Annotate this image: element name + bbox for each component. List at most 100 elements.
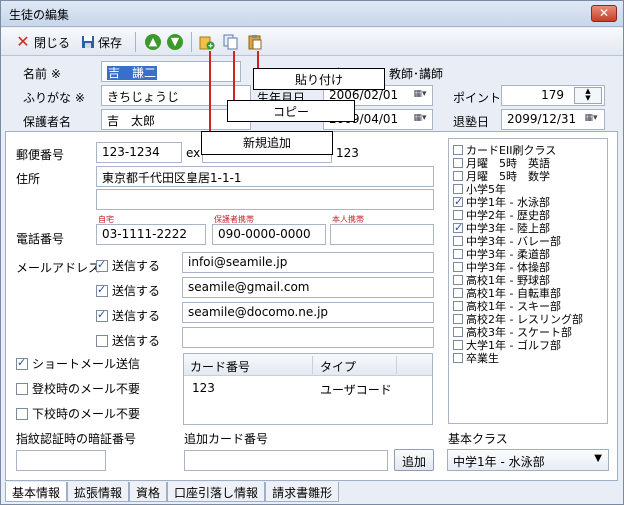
- paste-icon: [248, 35, 262, 50]
- address-input[interactable]: 東京都千代田区皇居1-1-1: [96, 166, 434, 187]
- home-phone-input[interactable]: 03-1111-2222: [96, 224, 206, 245]
- checkbox-indicator: [16, 356, 28, 370]
- address2-input[interactable]: [96, 189, 434, 210]
- chevron-down-icon: ▼: [594, 453, 602, 464]
- new-tooltip: 新規追加: [201, 131, 333, 155]
- guardian-mobile-input[interactable]: 090-0000-0000: [212, 224, 326, 245]
- no-leave-mail-label: 下校時のメール不要: [32, 407, 141, 421]
- save-button-label: 保存: [98, 35, 123, 50]
- mail-send-checkbox[interactable]: 送信する: [96, 257, 160, 274]
- card-type-cell: ユーザコード: [320, 383, 392, 397]
- checkbox-indicator: [453, 353, 463, 363]
- checkbox-indicator: [453, 301, 463, 311]
- pin-input[interactable]: [16, 450, 106, 471]
- window-title: 生徒の編集: [9, 8, 70, 22]
- checkbox-indicator: [453, 249, 463, 259]
- tab-bank-debit[interactable]: 口座引落し情報: [167, 482, 266, 502]
- base-class-label: 基本クラス: [448, 432, 508, 446]
- no-leave-mail-checkbox[interactable]: 下校時のメール不要: [16, 405, 140, 422]
- mail-send-checkbox[interactable]: 送信する: [96, 332, 160, 349]
- move-up-button[interactable]: ▲: [145, 32, 161, 52]
- close-button-label: 閉じる: [34, 35, 71, 50]
- mail-send-checkbox[interactable]: 送信する: [96, 282, 160, 299]
- save-button[interactable]: 保存: [81, 32, 122, 52]
- calendar-dropdown-icon[interactable]: ▦▾: [410, 89, 430, 99]
- checkbox-indicator: [96, 258, 108, 272]
- mail-send-label: 送信する: [112, 284, 161, 298]
- pin-label: 指紋認証時の暗証番号: [16, 432, 137, 446]
- arrow-up-icon: ▲: [145, 34, 161, 50]
- card-number-cell: 123: [192, 381, 215, 395]
- checkbox-indicator: [453, 314, 463, 324]
- card-number-column-header[interactable]: カード番号: [190, 358, 250, 375]
- class-checkbox-item[interactable]: 卒業生: [453, 350, 499, 366]
- card-type-column-header[interactable]: タイプ: [320, 358, 356, 375]
- title-bar: 生徒の編集 ✕: [1, 1, 623, 27]
- basic-info-panel: 郵便番号 123-1234 ex 123 123 住所 東京都千代田区皇居1-1…: [5, 131, 618, 481]
- window-close-button[interactable]: ✕: [591, 5, 617, 22]
- furigana-label: ふりがな ※: [23, 91, 85, 105]
- tab-invoice-template[interactable]: 請求書雛形: [265, 482, 340, 502]
- add-card-button[interactable]: 追加: [394, 449, 434, 471]
- checkbox-indicator: [453, 327, 463, 337]
- calendar-dropdown-icon[interactable]: ▦▾: [410, 113, 430, 123]
- point-spinner[interactable]: ▲ ▼: [574, 87, 602, 104]
- name-label: 名前 ※: [23, 67, 61, 81]
- close-button[interactable]: ✕ 閉じる: [15, 32, 70, 52]
- class-list: カードEII刷クラス月曜 5時 英語月曜 5時 数学小学5年中学1年 - 水泳部…: [448, 138, 608, 424]
- ex-label: ex: [186, 146, 201, 160]
- short-mail-label: ショートメール送信: [32, 357, 141, 371]
- extra-card-label: 追加カード番号: [184, 432, 269, 446]
- extra-card-input[interactable]: [184, 450, 388, 471]
- checkbox-indicator: [453, 275, 463, 285]
- add-icon: [199, 36, 215, 50]
- checkbox-indicator: [453, 195, 463, 208]
- paste-button[interactable]: [247, 32, 263, 52]
- mail-address-input[interactable]: infoi@seamile.jp: [182, 252, 434, 273]
- table-row[interactable]: 123 ユーザコード: [184, 378, 432, 398]
- checkbox-indicator: [16, 382, 28, 395]
- mail-address-input[interactable]: [182, 327, 434, 348]
- tab-extended-info[interactable]: 拡張情報: [67, 482, 130, 502]
- mail-label: メールアドレス: [16, 261, 101, 275]
- card-grid: カード番号 タイプ 123 ユーザコード: [183, 353, 433, 425]
- name-value: 吉 謙二: [107, 66, 158, 80]
- copy-button[interactable]: [223, 32, 239, 52]
- mail-address-input[interactable]: seamile@gmail.com: [182, 277, 434, 298]
- own-mobile-input[interactable]: [330, 224, 434, 245]
- base-class-value: 中学1年 - 水泳部: [453, 455, 545, 469]
- save-icon: [82, 36, 94, 48]
- toolbar-separator: [135, 32, 136, 52]
- tab-qualification[interactable]: 資格: [129, 482, 168, 502]
- move-down-button[interactable]: ▼: [167, 32, 183, 52]
- guardian-label: 保護者名: [23, 115, 72, 129]
- short-mail-checkbox[interactable]: ショートメール送信: [16, 355, 140, 372]
- withdraw-label: 退塾日: [453, 115, 490, 129]
- close-icon: ✕: [16, 32, 30, 51]
- postal-input[interactable]: 123-1234: [96, 142, 182, 163]
- checkbox-indicator: [453, 236, 463, 246]
- postal-label: 郵便番号: [16, 148, 65, 162]
- new-button[interactable]: [199, 32, 215, 52]
- checkbox-indicator: [453, 158, 463, 168]
- checkbox-indicator: [453, 171, 463, 181]
- checkbox-indicator: [16, 407, 28, 420]
- name-input[interactable]: 吉 謙二: [101, 61, 241, 82]
- point-label: ポイント: [453, 91, 502, 105]
- no-arrival-mail-checkbox[interactable]: 登校時のメール不要: [16, 380, 140, 397]
- paste-tooltip: 貼り付け: [253, 68, 385, 90]
- mail-address-input[interactable]: seamile@docomo.ne.jp: [182, 302, 434, 323]
- tab-basic-info[interactable]: 基本情報: [5, 482, 68, 502]
- checkbox-indicator: [96, 334, 108, 347]
- callout-line-new: [209, 51, 211, 133]
- base-class-select[interactable]: 中学1年 - 水泳部 ▼: [447, 449, 609, 471]
- teacher-label: 教師･講師: [389, 67, 444, 81]
- copy-tooltip: コピー: [227, 100, 355, 122]
- toolbar: ✕ 閉じる 保存 ▲ ▼: [1, 28, 623, 56]
- checkbox-indicator: [453, 288, 463, 298]
- calendar-dropdown-icon[interactable]: ▦▾: [581, 113, 601, 123]
- card-grid-header: カード番号 タイプ: [184, 354, 432, 376]
- phone-label: 電話番号: [16, 232, 65, 246]
- mail-send-checkbox[interactable]: 送信する: [96, 307, 160, 324]
- checkbox-indicator: [453, 221, 463, 234]
